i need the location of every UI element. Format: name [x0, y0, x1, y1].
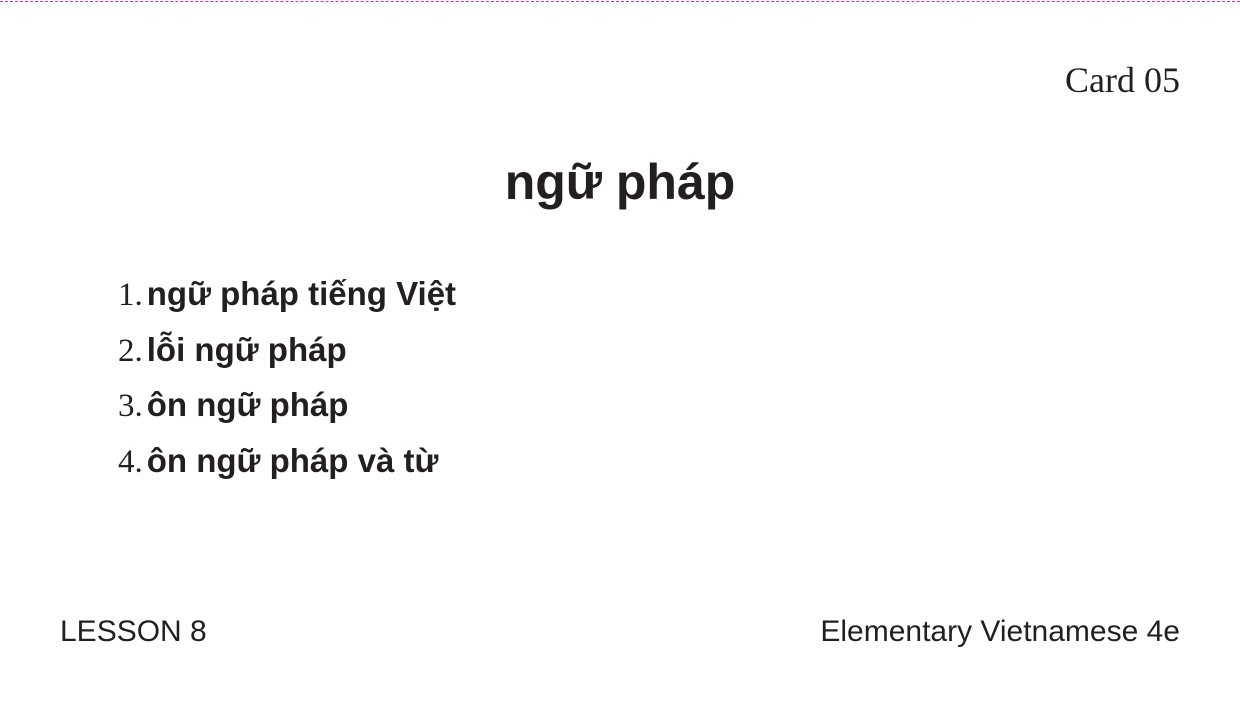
phrase-number: 3. — [118, 388, 143, 424]
phrase-number: 4. — [118, 443, 143, 480]
lesson-label: LESSON 8 — [60, 615, 207, 648]
phrase-list: 1. ngữ pháp tiếng Việt 2. lỗi ngữ pháp 3… — [118, 266, 456, 488]
list-item: 2. lỗi ngữ pháp — [118, 322, 456, 378]
list-item: 4. ôn ngữ pháp và từ — [118, 433, 456, 489]
list-item: 1. ngữ pháp tiếng Việt — [118, 266, 456, 322]
phrase-number: 1. — [118, 277, 143, 313]
headword: ngữ pháp — [504, 154, 736, 210]
phrase-text: ôn ngữ pháp — [146, 386, 349, 423]
phrase-text: lỗi ngữ pháp — [146, 330, 347, 368]
book-title: Elementary Vietnamese 4e — [820, 615, 1180, 648]
cut-line — [0, 1, 1240, 2]
phrase-text: ôn ngữ pháp và từ — [146, 441, 439, 479]
list-item: 3. ôn ngữ pháp — [118, 377, 456, 433]
phrase-text: ngữ pháp tiếng Việt — [146, 275, 457, 312]
card-number: Card 05 — [1065, 60, 1180, 100]
phrase-number: 2. — [118, 332, 143, 369]
